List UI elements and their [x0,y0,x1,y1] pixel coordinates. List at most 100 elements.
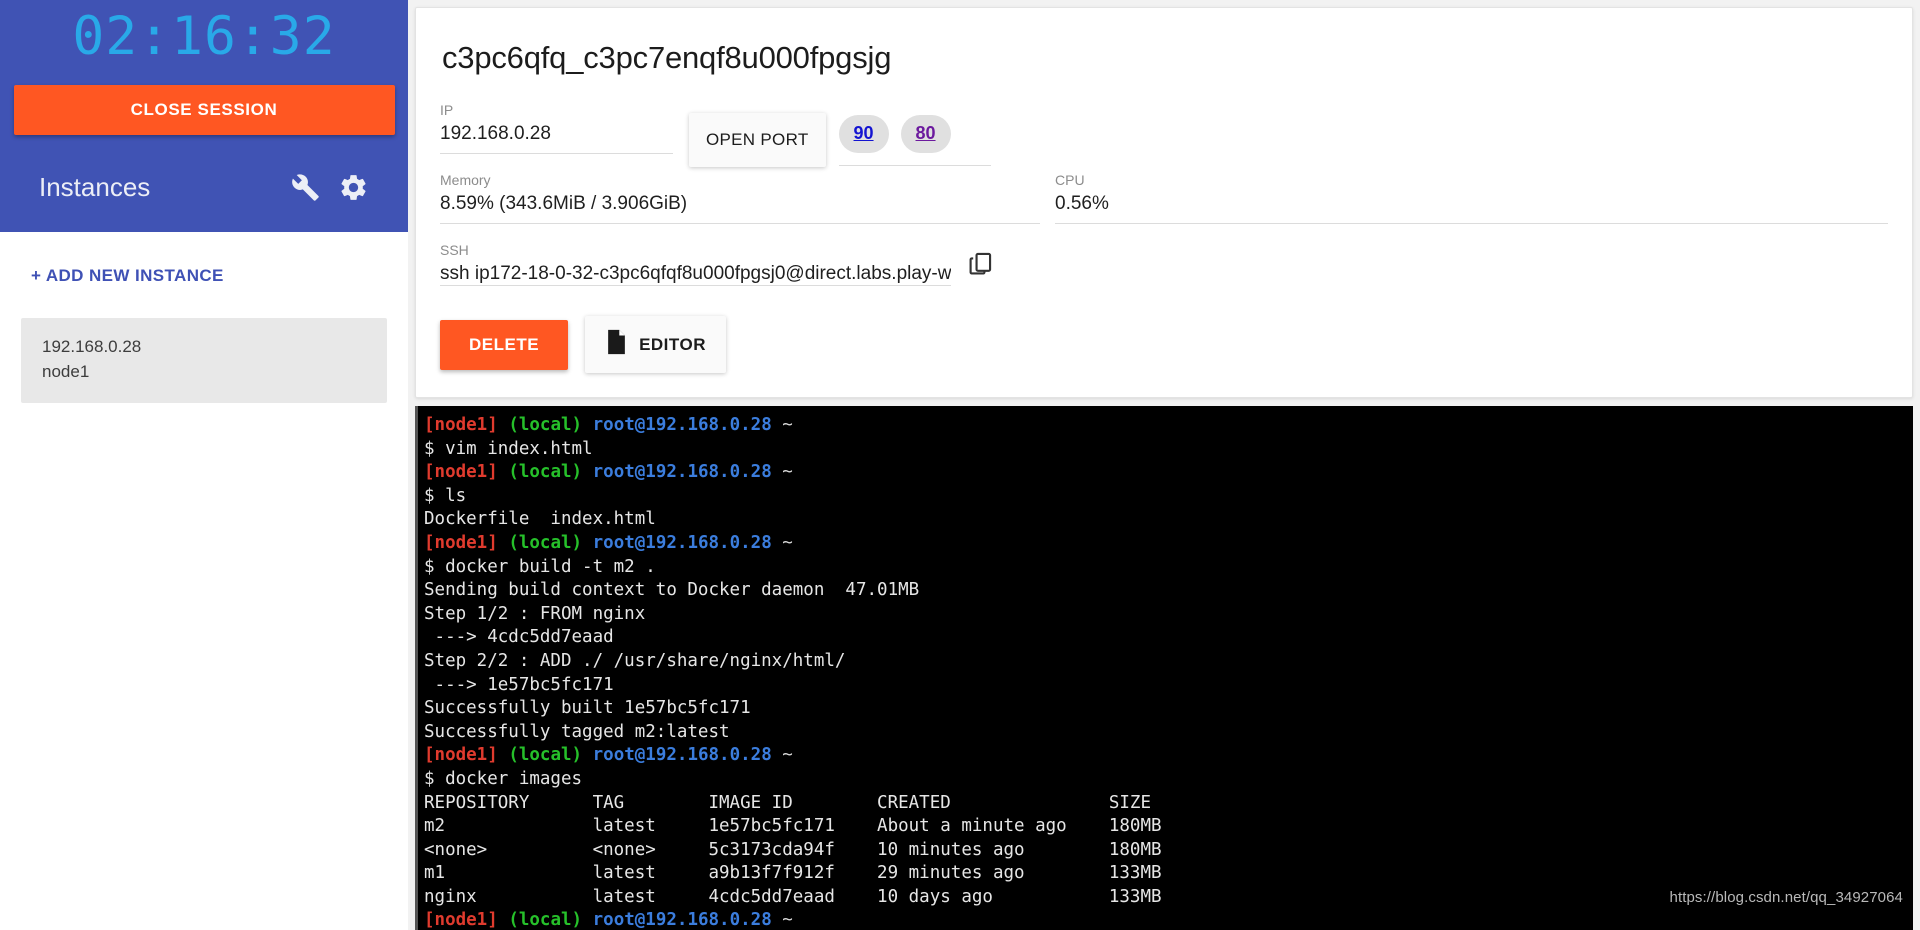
terminal-panel[interactable]: [node1] (local) root@192.168.0.28 ~ $ vim… [415,406,1913,930]
terminal-output: [node1] (local) root@192.168.0.28 ~ $ vim… [418,406,1913,930]
terminal-line: Step 1/2 : FROM nginx [424,603,1913,627]
ssh-value: ssh ip172-18-0-32-c3pc6qfqf8u000fpgsj0@d… [440,263,952,284]
terminal-line: [node1] (local) root@192.168.0.28 ~ [424,461,1913,485]
instances-header-bar: Instances [0,150,408,224]
app-root: 02:16:32 CLOSE SESSION Instances + ADD N… [0,0,1920,930]
wrench-button[interactable] [282,173,329,202]
port-badge-80[interactable]: 80 [900,114,951,153]
terminal-text: Successfully tagged m2:latest [424,721,730,742]
cpu-field: CPU 0.56% [1055,172,1888,224]
instance-list-item-node1[interactable]: 192.168.0.28 node1 [21,318,387,404]
instance-list: 192.168.0.28 node1 [0,286,408,404]
terminal-line: [node1] (local) root@192.168.0.28 ~ [424,414,1913,438]
terminal-text: $ vim index.html [424,438,593,459]
terminal-line: <none> <none> 5c3173cda94f 10 minutes ag… [424,839,1913,863]
port-badge-90[interactable]: 90 [838,114,889,153]
terminal-prompt-user: root@192.168.0.28 [592,910,772,930]
ssh-field-inner[interactable]: SSH ssh ip172-18-0-32-c3pc6qfqf8u000fpgs… [440,242,952,286]
copy-icon [967,252,994,280]
terminal-line: ---> 4cdc5dd7eaad [424,626,1913,650]
main-panel: c3pc6qfq_c3pc7enqf8u000fpgsjg IP 192.168… [408,0,1920,930]
terminal-line: [node1] (local) root@192.168.0.28 ~ [424,532,1913,556]
terminal-prompt-host: [node1] [424,462,498,483]
action-button-row: DELETE EDITOR [440,316,1888,373]
terminal-line: $ vim index.html [424,438,1913,462]
terminal-text: ---> 4cdc5dd7eaad [424,627,614,648]
terminal-line: [node1] (local) root@192.168.0.28 ~ [424,744,1913,768]
copy-ssh-button[interactable] [951,250,994,286]
terminal-line: Step 2/2 : ADD ./ /usr/share/nginx/html/ [424,650,1913,674]
terminal-line: m1 latest a9b13f7f912f 29 minutes ago 13… [424,862,1913,886]
terminal-line: $ docker build -t m2 . [424,556,1913,580]
terminal-text: nginx latest 4cdc5dd7eaad 10 days ago 13… [424,886,1162,907]
terminal-line: m2 latest 1e57bc5fc171 About a minute ag… [424,815,1913,839]
file-icon [605,329,639,360]
terminal-text: $ docker build -t m2 . [424,556,656,577]
wrench-icon [291,173,320,202]
ssh-label: SSH [440,242,469,258]
session-timer: 02:16:32 [72,6,336,67]
terminal-prompt-host: [node1] [424,532,498,553]
terminal-prompt-host: [node1] [424,745,498,766]
ip-label: IP [440,102,454,118]
settings-button[interactable] [329,172,378,203]
terminal-text: ---> 1e57bc5fc171 [424,674,614,695]
terminal-text: $ ls [424,485,467,506]
gear-icon [338,172,369,203]
terminal-line: Sending build context to Docker daemon 4… [424,579,1913,603]
terminal-prompt-user: root@192.168.0.28 [592,532,772,553]
terminal-prompt-tilde: ~ [782,532,793,553]
memory-value: 8.59% (343.6MiB / 3.906GiB) [440,193,688,214]
terminal-prompt-host: [node1] [424,910,498,930]
cpu-value: 0.56% [1055,193,1109,214]
memory-cpu-row: Memory 8.59% (343.6MiB / 3.906GiB) CPU 0… [440,172,1888,242]
terminal-prompt-tilde: ~ [782,745,793,766]
ip-field: IP 192.168.0.28 [440,102,673,154]
watermark: https://blog.csdn.net/qq_34927064 [1669,889,1903,906]
instances-title: Instances [39,171,151,202]
sidebar-body: + ADD NEW INSTANCE 192.168.0.28 node1 [0,232,408,930]
sidebar-header: 02:16:32 CLOSE SESSION Instances [0,0,408,232]
open-port-button[interactable]: OPEN PORT [689,113,826,167]
terminal-line: REPOSITORY TAG IMAGE ID CREATED SIZE [424,792,1913,816]
terminal-prompt-tilde: ~ [782,415,793,435]
port-badge-list: 90 80 [838,114,991,166]
delete-button[interactable]: DELETE [440,319,569,370]
terminal-line: [node1] (local) root@192.168.0.28 ~ [424,909,1913,930]
terminal-line: $ docker images [424,768,1913,792]
add-new-instance-button[interactable]: + ADD NEW INSTANCE [0,232,224,286]
terminal-text: Successfully built 1e57bc5fc171 [424,698,751,719]
terminal-line: Dockerfile index.html [424,508,1913,532]
terminal-line: Successfully built 1e57bc5fc171 [424,697,1913,721]
terminal-prompt-local: (local) [508,415,583,435]
port-link-90[interactable]: 90 [854,123,874,144]
ip-value: 192.168.0.28 [440,123,551,144]
instance-name: node1 [42,361,90,381]
editor-button-label: EDITOR [639,334,706,354]
close-session-button[interactable]: CLOSE SESSION [13,85,395,135]
port-link-80[interactable]: 80 [916,123,936,144]
ssh-field: SSH ssh ip172-18-0-32-c3pc6qfqf8u000fpgs… [440,242,1888,294]
sidebar: 02:16:32 CLOSE SESSION Instances + ADD N… [0,0,408,930]
terminal-prompt-tilde: ~ [782,462,793,483]
terminal-text: <none> <none> 5c3173cda94f 10 minutes ag… [424,839,1162,860]
editor-button[interactable]: EDITOR [585,316,726,373]
terminal-text: Step 1/2 : FROM nginx [424,603,646,624]
terminal-line: ---> 1e57bc5fc171 [424,674,1913,698]
memory-label: Memory [440,172,491,188]
terminal-prompt-user: root@192.168.0.28 [592,415,772,435]
terminal-text: m1 latest a9b13f7f912f 29 minutes ago 13… [424,863,1162,884]
terminal-prompt-tilde: ~ [782,910,793,930]
terminal-line: $ ls [424,485,1913,509]
terminal-text: Dockerfile index.html [424,509,656,530]
terminal-text: Step 2/2 : ADD ./ /usr/share/nginx/html/ [424,650,846,671]
page-title: c3pc6qfq_c3pc7enqf8u000fpgsjg [442,40,892,75]
terminal-prompt-user: root@192.168.0.28 [592,462,772,483]
instance-info-card: c3pc6qfq_c3pc7enqf8u000fpgsjg IP 192.168… [415,7,1913,398]
terminal-text: $ docker images [424,768,583,789]
terminal-prompt-host: [node1] [424,415,498,435]
memory-field: Memory 8.59% (343.6MiB / 3.906GiB) [440,172,1040,224]
port-controls: OPEN PORT 90 80 [689,102,991,167]
terminal-prompt-local: (local) [508,462,583,483]
terminal-text: m2 latest 1e57bc5fc171 About a minute ag… [424,816,1162,837]
